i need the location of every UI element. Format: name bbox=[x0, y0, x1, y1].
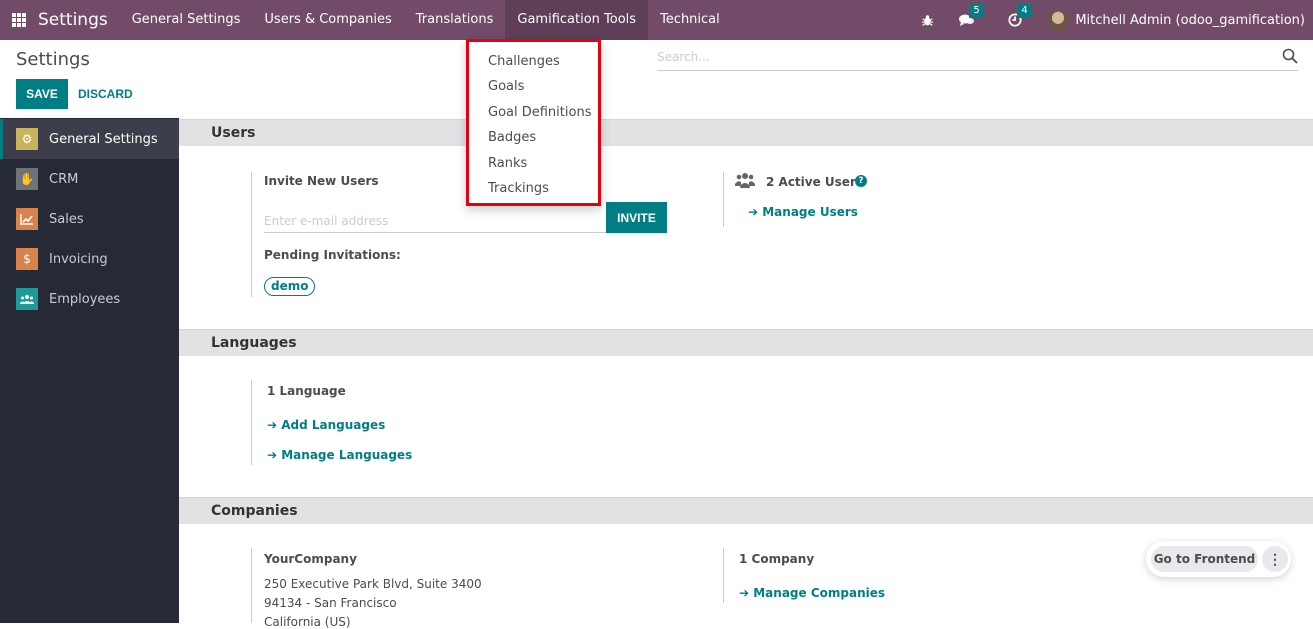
menu-technical[interactable]: Technical bbox=[648, 0, 732, 40]
sidebar-item-employees[interactable]: Employees bbox=[0, 279, 179, 319]
page-title: Settings bbox=[16, 49, 90, 70]
chart-line-icon bbox=[16, 208, 38, 230]
add-languages-link[interactable]: ➔ Add Languages bbox=[267, 418, 385, 432]
sidebar-item-label: Employees bbox=[49, 291, 121, 307]
messages-badge: 5 bbox=[969, 4, 984, 18]
sidebar-item-label: Invoicing bbox=[49, 251, 108, 267]
dropdown-item-goal-definitions[interactable]: Goal Definitions bbox=[488, 105, 591, 120]
sidebar-item-label: General Settings bbox=[49, 131, 158, 147]
manage-languages-label: Manage Languages bbox=[281, 448, 413, 462]
manage-users-link[interactable]: ➔ Manage Users bbox=[748, 205, 858, 219]
divider bbox=[251, 172, 252, 297]
dropdown-item-trackings[interactable]: Trackings bbox=[488, 181, 549, 196]
manage-companies-link[interactable]: ➔ Manage Companies bbox=[739, 586, 885, 600]
divider bbox=[723, 548, 724, 603]
search-icon[interactable] bbox=[1282, 48, 1298, 64]
search-input[interactable] bbox=[657, 45, 1257, 69]
sidebar-item-invoicing[interactable]: $ Invoicing bbox=[0, 239, 179, 279]
pending-invitation-tag[interactable]: demo bbox=[264, 277, 316, 296]
divider bbox=[723, 172, 724, 227]
company-count: 1 Company bbox=[739, 552, 815, 566]
users-group-icon bbox=[735, 173, 755, 188]
company-address-line3: California (US) bbox=[264, 615, 351, 629]
user-menu[interactable]: Mitchell Admin (odoo_gamification) bbox=[1075, 13, 1305, 28]
language-count: 1 Language bbox=[267, 384, 346, 398]
manage-languages-link[interactable]: ➔ Manage Languages bbox=[267, 448, 412, 462]
menu-gamification-tools[interactable]: Gamification Tools bbox=[505, 0, 649, 40]
company-name: YourCompany bbox=[264, 552, 357, 566]
menu-general-settings[interactable]: General Settings bbox=[120, 0, 253, 40]
users-icon bbox=[16, 288, 38, 310]
section-title: Languages bbox=[211, 335, 297, 351]
dropdown-item-goals[interactable]: Goals bbox=[488, 79, 524, 94]
add-languages-label: Add Languages bbox=[281, 418, 386, 432]
sidebar-item-label: Sales bbox=[49, 211, 84, 227]
section-languages-header: Languages bbox=[179, 329, 1313, 356]
frontend-widget: Go to Frontend ⋮ bbox=[1146, 541, 1291, 577]
menu-users-companies[interactable]: Users & Companies bbox=[252, 0, 403, 40]
save-button[interactable]: SAVE bbox=[16, 79, 68, 109]
pending-invitations-label: Pending Invitations: bbox=[264, 248, 401, 262]
invoice-icon: $ bbox=[16, 248, 38, 270]
activities-clock-icon[interactable]: 4 bbox=[1005, 4, 1032, 30]
manage-companies-label: Manage Companies bbox=[753, 586, 885, 600]
email-input[interactable] bbox=[264, 210, 606, 233]
gear-icon: ⚙ bbox=[16, 128, 38, 150]
dropdown-item-badges[interactable]: Badges bbox=[488, 130, 536, 145]
manage-users-label: Manage Users bbox=[762, 205, 858, 219]
dropdown-item-ranks[interactable]: Ranks bbox=[488, 156, 527, 171]
invite-label: Invite New Users bbox=[264, 174, 379, 188]
sidebar-item-label: CRM bbox=[49, 171, 79, 187]
user-avatar[interactable] bbox=[1047, 9, 1070, 31]
invite-button[interactable]: INVITE bbox=[606, 202, 667, 233]
divider bbox=[251, 380, 252, 465]
active-users-count: 2 Active Users bbox=[766, 175, 864, 189]
section-title: Users bbox=[211, 125, 256, 141]
gamification-tools-dropdown: Challenges Goals Goal Definitions Badges… bbox=[466, 39, 601, 206]
sidebar-item-general-settings[interactable]: ⚙ General Settings bbox=[0, 119, 179, 159]
apps-menu-icon[interactable] bbox=[12, 13, 26, 27]
section-title: Companies bbox=[211, 503, 298, 519]
help-icon[interactable]: ? bbox=[855, 175, 867, 187]
dropdown-item-challenges[interactable]: Challenges bbox=[488, 54, 560, 69]
messages-icon[interactable]: 5 bbox=[957, 4, 984, 30]
more-options-icon[interactable]: ⋮ bbox=[1262, 546, 1288, 572]
section-users-header: Users bbox=[179, 119, 1313, 146]
go-to-frontend-button[interactable]: Go to Frontend bbox=[1151, 546, 1258, 572]
menu-translations[interactable]: Translations bbox=[404, 0, 506, 40]
company-address-line2: 94134 - San Francisco bbox=[264, 596, 397, 610]
settings-sidebar: ⚙ General Settings ✋ CRM Sales $ Invoici… bbox=[0, 118, 179, 623]
sidebar-item-sales[interactable]: Sales bbox=[0, 199, 179, 239]
handshake-icon: ✋ bbox=[16, 168, 38, 190]
search-bar bbox=[657, 45, 1298, 71]
company-address-line1: 250 Executive Park Blvd, Suite 3400 bbox=[264, 577, 482, 591]
debug-bug-icon[interactable] bbox=[917, 10, 937, 30]
activities-badge: 4 bbox=[1017, 4, 1032, 18]
app-title[interactable]: Settings bbox=[38, 10, 108, 30]
sidebar-item-crm[interactable]: ✋ CRM bbox=[0, 159, 179, 199]
section-companies-header: Companies bbox=[179, 497, 1313, 524]
divider bbox=[251, 548, 252, 623]
top-navbar: Settings General Settings Users & Compan… bbox=[0, 0, 1313, 40]
discard-button[interactable]: DISCARD bbox=[78, 79, 133, 109]
